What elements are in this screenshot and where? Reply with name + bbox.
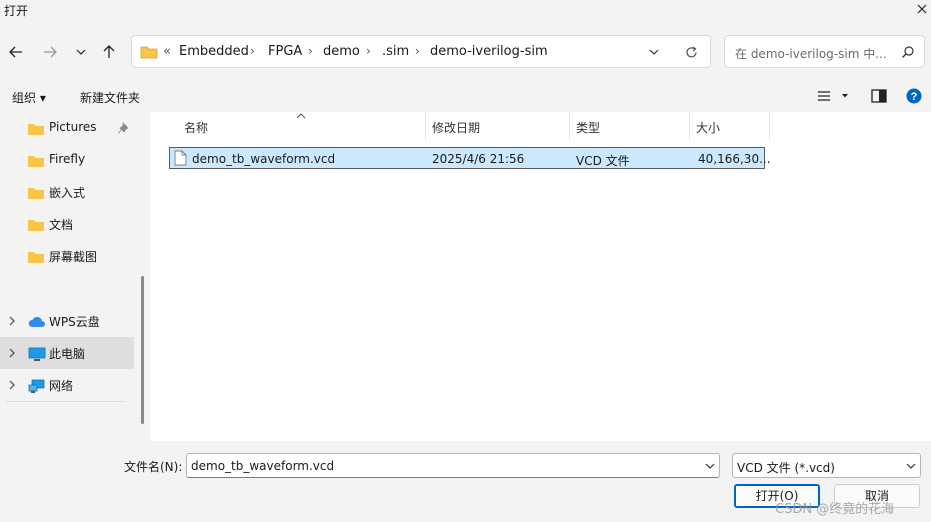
breadcrumb-separator[interactable]: › [415, 44, 420, 58]
sidebar-item-screenshots[interactable]: 屏幕截图 [0, 240, 134, 272]
sidebar-item-label: 屏幕截图 [49, 250, 98, 264]
breadcrumb-separator[interactable]: › [308, 44, 313, 58]
breadcrumb-separator[interactable]: › [250, 44, 255, 58]
sidebar-item-embedded[interactable]: 嵌入式 [0, 176, 134, 208]
new-folder-button[interactable]: 新建文件夹 [80, 89, 140, 106]
folder-icon [28, 124, 44, 135]
sidebar-item-label: WPS云盘 [49, 315, 100, 329]
back-arrow-icon[interactable] [5, 41, 27, 63]
file-modified: 2025/4/6 21:56 [432, 152, 525, 166]
folder-icon [140, 44, 158, 62]
sidebar-item-label: Firefly [49, 152, 86, 166]
column-divider[interactable] [425, 112, 426, 140]
sidebar-item-label: 网络 [49, 379, 74, 393]
sidebar-item-firefly[interactable]: Firefly [0, 144, 134, 176]
chevron-right-icon[interactable] [7, 315, 17, 327]
file-size: 40,166,30... [698, 152, 771, 166]
sidebar-item-pictures[interactable]: Pictures [0, 112, 134, 144]
column-divider[interactable] [689, 112, 690, 140]
filetype-select[interactable]: VCD 文件 (*.vcd) [732, 453, 921, 478]
chevron-down-icon[interactable] [705, 461, 715, 471]
folder-icon [28, 252, 44, 263]
filename-value[interactable]: demo_tb_waveform.vcd [191, 459, 334, 473]
sidebar-item-wps-cloud[interactable]: WPS云盘 [0, 305, 134, 337]
dialog-footer: 文件名(N): demo_tb_waveform.vcd VCD 文件 (*.v… [0, 441, 931, 522]
address-bar[interactable]: « Embedded › FPGA › demo › .sim › demo-i… [131, 35, 711, 68]
column-divider[interactable] [769, 112, 770, 140]
breadcrumb-separator[interactable]: › [366, 44, 371, 58]
breadcrumb-overflow[interactable]: « [163, 44, 171, 59]
address-history-chevron-icon[interactable] [648, 46, 660, 61]
breadcrumb-item[interactable]: .sim [382, 44, 409, 59]
file-type: VCD 文件 [576, 154, 630, 168]
column-header-size[interactable]: 大小 [696, 119, 720, 136]
breadcrumb-item[interactable]: FPGA [268, 44, 302, 59]
breadcrumb-item[interactable]: Embedded [179, 44, 249, 59]
forward-arrow-icon[interactable] [39, 41, 61, 63]
preview-pane-icon[interactable] [871, 89, 887, 106]
column-header-modified[interactable]: 修改日期 [432, 119, 480, 136]
file-list-pane: 名称 修改日期 类型 大小 demo_tb_waveform.vcd 2025/… [150, 112, 931, 441]
sidebar-scrollbar[interactable] [141, 276, 144, 424]
recent-chevron-down-icon[interactable] [70, 41, 92, 63]
navigation-pane: Pictures Firefly 嵌入式 文档 屏幕截图 WPS云盘 此电脑 网… [0, 112, 134, 441]
organize-menu-button[interactable]: 组织 ▾ [12, 89, 46, 106]
search-placeholder[interactable]: 在 demo-iverilog-sim 中... [735, 45, 887, 62]
view-options-icon[interactable] [817, 90, 849, 105]
chevron-right-icon[interactable] [7, 379, 17, 391]
sidebar-item-network[interactable]: 网络 [0, 369, 134, 401]
folder-icon [28, 220, 44, 231]
title-bar: 打开 [0, 0, 931, 22]
pin-icon[interactable] [118, 122, 130, 134]
sort-up-icon [296, 109, 306, 123]
chevron-right-icon[interactable] [7, 347, 17, 359]
search-box[interactable]: 在 demo-iverilog-sim 中... [724, 35, 925, 68]
file-icon [174, 150, 187, 169]
sidebar-item-label: 嵌入式 [49, 186, 86, 200]
sidebar-item-documents[interactable]: 文档 [0, 208, 134, 240]
sidebar-item-this-pc[interactable]: 此电脑 [0, 337, 134, 369]
network-icon [28, 379, 45, 393]
sidebar-item-label: 文档 [49, 218, 74, 232]
column-header-name[interactable]: 名称 [184, 119, 208, 136]
help-icon[interactable]: ? [906, 88, 922, 107]
filetype-value[interactable]: VCD 文件 (*.vcd) [737, 459, 835, 476]
refresh-icon[interactable] [684, 45, 699, 63]
filename-label: 文件名(N): [124, 460, 183, 474]
search-icon[interactable] [901, 45, 915, 62]
file-name: demo_tb_waveform.vcd [192, 152, 336, 166]
close-icon[interactable] [912, 1, 931, 19]
breadcrumb-item[interactable]: demo [323, 44, 360, 59]
filename-input[interactable]: demo_tb_waveform.vcd [186, 453, 720, 478]
folder-icon [28, 188, 44, 199]
chevron-down-icon[interactable] [906, 461, 916, 471]
sidebar-divider [6, 401, 125, 402]
window-title: 打开 [4, 4, 29, 18]
folder-icon [28, 156, 44, 167]
svg-text:?: ? [911, 91, 918, 103]
watermark: CSDN @终竟的花海 [775, 502, 895, 517]
column-header-type[interactable]: 类型 [576, 119, 600, 136]
up-arrow-icon[interactable] [98, 41, 120, 63]
column-divider[interactable] [569, 112, 570, 140]
breadcrumb-item-current[interactable]: demo-iverilog-sim [430, 44, 548, 59]
cloud-icon [28, 316, 45, 327]
sidebar-item-label: Pictures [49, 120, 97, 134]
file-row-selected[interactable]: demo_tb_waveform.vcd 2025/4/6 21:56 VCD … [169, 147, 771, 169]
computer-icon [28, 347, 46, 361]
sidebar-item-label: 此电脑 [49, 347, 86, 361]
